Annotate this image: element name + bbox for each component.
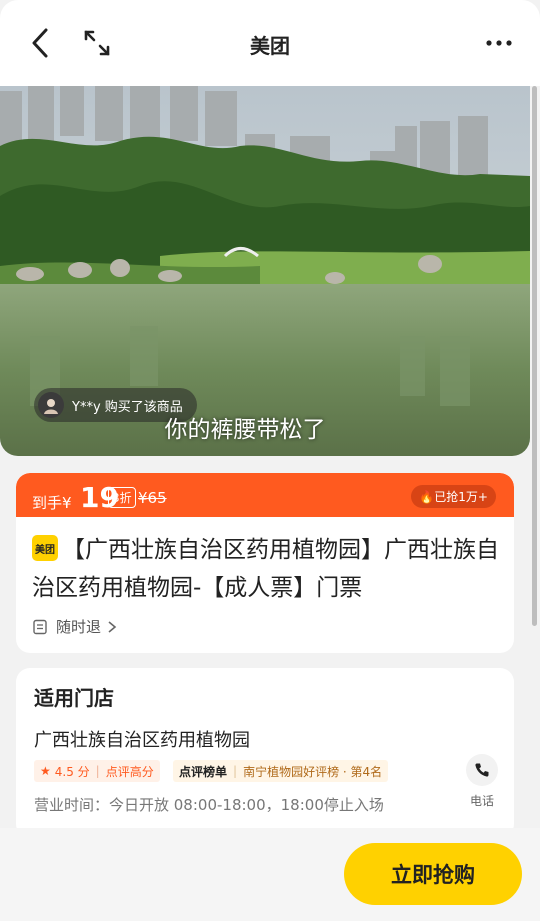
discount-badge: 3折 [108,487,136,508]
fire-icon: 🔥 [419,490,435,504]
opening-hours: 营业时间：今日开放 08:00-18:00，18:00停止入场 [34,796,384,814]
rank-badge[interactable]: 点评榜单 | 南宁植物园好评榜 · 第4名 [173,760,389,782]
refund-label: 随时退 [56,618,102,636]
rating-tag: 点评高分 [105,764,154,779]
store-name[interactable]: 广西壮族自治区药用植物园 [34,726,250,752]
price-bar: 到手¥ 19 3折 ¥65 🔥已抢1万+ [16,473,514,517]
video-subtitle: 你的裤腰带松了 [164,417,326,443]
phone-button[interactable] [466,754,498,786]
rank-brand: 点评榜单 [179,764,228,779]
sold-badge: 🔥已抢1万+ [411,485,496,508]
store-card: 适用门店 广西壮族自治区药用植物园 ★ 4.5 分 | 点评高分 点评榜单 | … [16,668,514,838]
chevron-right-icon [108,620,117,633]
deal-name: 【广西壮族自治区药用植物园】广西壮族自治区药用植物园-【成人票】门票 [32,537,499,601]
more-icon[interactable] [484,30,514,56]
phone-label: 电话 [469,794,494,808]
scrollbar[interactable] [532,86,537,626]
phone-icon [475,763,489,777]
original-price: ¥65 [138,489,167,507]
section-title: 适用门店 [34,686,114,710]
refund-policy[interactable]: 随时退 [32,616,119,637]
deal-card: 到手¥ 19 3折 ¥65 🔥已抢1万+ 美团 【广西壮族自治区药用植物园】广西… [16,473,514,653]
page-title: 美团 [250,34,290,58]
document-icon [33,619,47,634]
buy-now-button[interactable]: 立即抢购 [344,843,522,905]
price-label: 到手¥ [32,494,72,512]
top-bar: 美团 [0,0,540,86]
rank-text: 南宁植物园好评榜 · 第4名 [243,764,383,779]
star-icon: ★ [40,764,51,778]
rating-badge: ★ 4.5 分 | 点评高分 [34,760,160,782]
